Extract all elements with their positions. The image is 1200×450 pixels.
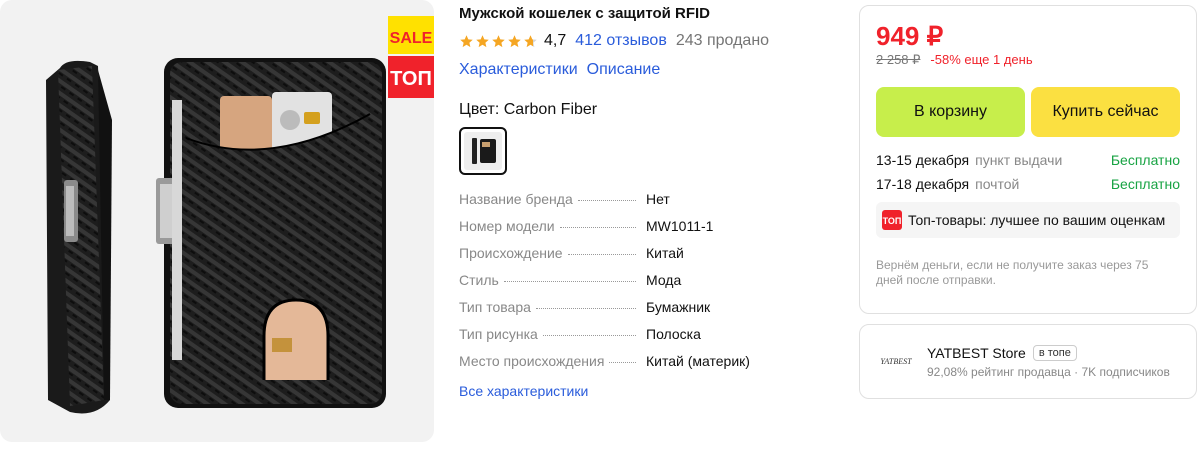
spec-row: Название бренда Нет — [459, 191, 844, 218]
store-meta: 92,08% рейтинг продавца · 7K подписчиков — [927, 364, 1170, 379]
spec-leader — [577, 200, 636, 201]
spec-row: Место происхождения Китай (материк) — [459, 353, 844, 380]
delivery-date: 17-18 декабря — [876, 176, 970, 192]
spec-leader — [542, 335, 636, 336]
star-icon — [492, 34, 505, 47]
buy-now-button[interactable]: Купить сейчас — [1031, 87, 1180, 137]
rating-stars — [459, 34, 538, 49]
delivery-type: пункт выдачи — [975, 152, 1063, 168]
all-specs-link[interactable]: Все характеристики — [459, 383, 844, 399]
spec-key: Номер модели — [459, 218, 555, 234]
spec-value: Полоска — [646, 326, 701, 342]
sale-badge: SALE ТОП — [388, 16, 434, 98]
top-banner-text: Топ-товары: лучшее по вашим оценкам — [908, 212, 1166, 228]
spec-value: Нет — [646, 191, 670, 207]
spec-key: Место происхождения — [459, 353, 605, 369]
spec-row: Тип рисунка Полоска — [459, 326, 844, 353]
reviews-link[interactable]: 412 отзывов — [575, 32, 667, 50]
delivery-price: Бесплатно — [1110, 152, 1180, 168]
spec-leader — [503, 281, 636, 282]
spec-row: Стиль Мода — [459, 272, 844, 299]
spec-leader — [559, 227, 636, 228]
wallet-image — [46, 58, 386, 414]
spec-key: Тип товара — [459, 299, 531, 315]
delivery-row: 13-15 декабря пункт выдачи Бесплатно — [876, 148, 1180, 172]
old-price: 2 258 ₽ — [876, 52, 921, 67]
top-products-banner[interactable]: ТОП Топ-товары: лучшее по вашим оценкам — [876, 202, 1180, 238]
buy-card: 949 ₽ 2 258 ₽ -58% еще 1 день В корзину … — [859, 5, 1197, 314]
product-info: Мужской кошелек с защитой RFID 4,7 412 о… — [459, 0, 844, 399]
spec-leader — [535, 308, 636, 309]
spec-leader — [609, 362, 637, 363]
spec-key: Стиль — [459, 272, 499, 288]
delivery-row: 17-18 декабря почтой Бесплатно — [876, 172, 1180, 196]
spec-key: Происхождение — [459, 245, 563, 261]
spec-key: Название бренда — [459, 191, 573, 207]
spec-value: Бумажник — [646, 299, 711, 315]
spec-key: Тип рисунка — [459, 326, 538, 342]
star-icon — [476, 34, 489, 47]
sold-count: 243 продано — [675, 32, 770, 49]
spec-row: Происхождение Китай — [459, 245, 844, 272]
rating-value: 4,7 — [544, 32, 567, 49]
delivery-date: 13-15 декабря — [876, 152, 970, 168]
spec-leader — [567, 254, 636, 255]
store-badge: в топе — [1032, 344, 1077, 361]
specs-link[interactable]: Характеристики — [459, 61, 578, 79]
spec-row: Тип товара Бумажник — [459, 299, 844, 326]
color-label: Цвет: Carbon Fiber — [459, 101, 598, 118]
add-to-cart-button[interactable]: В корзину — [876, 87, 1025, 137]
star-icon — [460, 34, 473, 47]
delivery-type: почтой — [975, 176, 1020, 192]
spec-value: MW1011-1 — [646, 218, 714, 234]
spec-row: Номер модели MW1011-1 — [459, 218, 844, 245]
discount: -58% еще 1 день — [930, 52, 1033, 67]
svg-text:ТОП: ТОП — [883, 216, 902, 226]
description-link[interactable]: Описание — [587, 61, 661, 79]
top-text: ТОП — [390, 68, 432, 90]
delivery-options: 13-15 декабря пункт выдачи Бесплатно 17-… — [876, 148, 1180, 196]
star-icon — [524, 34, 537, 47]
product-title: Мужской кошелек с защитой RFID — [459, 5, 711, 22]
spec-value: Китай — [646, 245, 684, 261]
spec-value: Мода — [646, 272, 682, 288]
spec-list: Название бренда Нет Номер модели MW1011-1 Пр… — [459, 191, 844, 380]
sale-text: SALE — [390, 30, 433, 47]
store-logo: YATBEST — [876, 341, 916, 382]
star-icon — [508, 34, 521, 47]
rating-row: 4,7 412 отзывов 243 продано — [459, 31, 844, 51]
product-gallery[interactable]: SALE ТОП — [0, 0, 434, 442]
store-name[interactable]: YATBEST Store — [927, 345, 1026, 361]
price: 949 ₽ — [876, 21, 944, 51]
spec-value: Китай (материк) — [646, 353, 750, 369]
top-badge-icon: ТОП — [882, 210, 902, 230]
section-links: Характеристики Описание — [459, 61, 844, 79]
color-swatch[interactable] — [459, 127, 507, 175]
refund-note: Вернём деньги, если не получите заказ че… — [876, 258, 1149, 287]
delivery-price: Бесплатно — [1110, 176, 1180, 192]
store-card[interactable]: YATBEST YATBEST Store в топе 92,08% рейт… — [859, 324, 1197, 399]
